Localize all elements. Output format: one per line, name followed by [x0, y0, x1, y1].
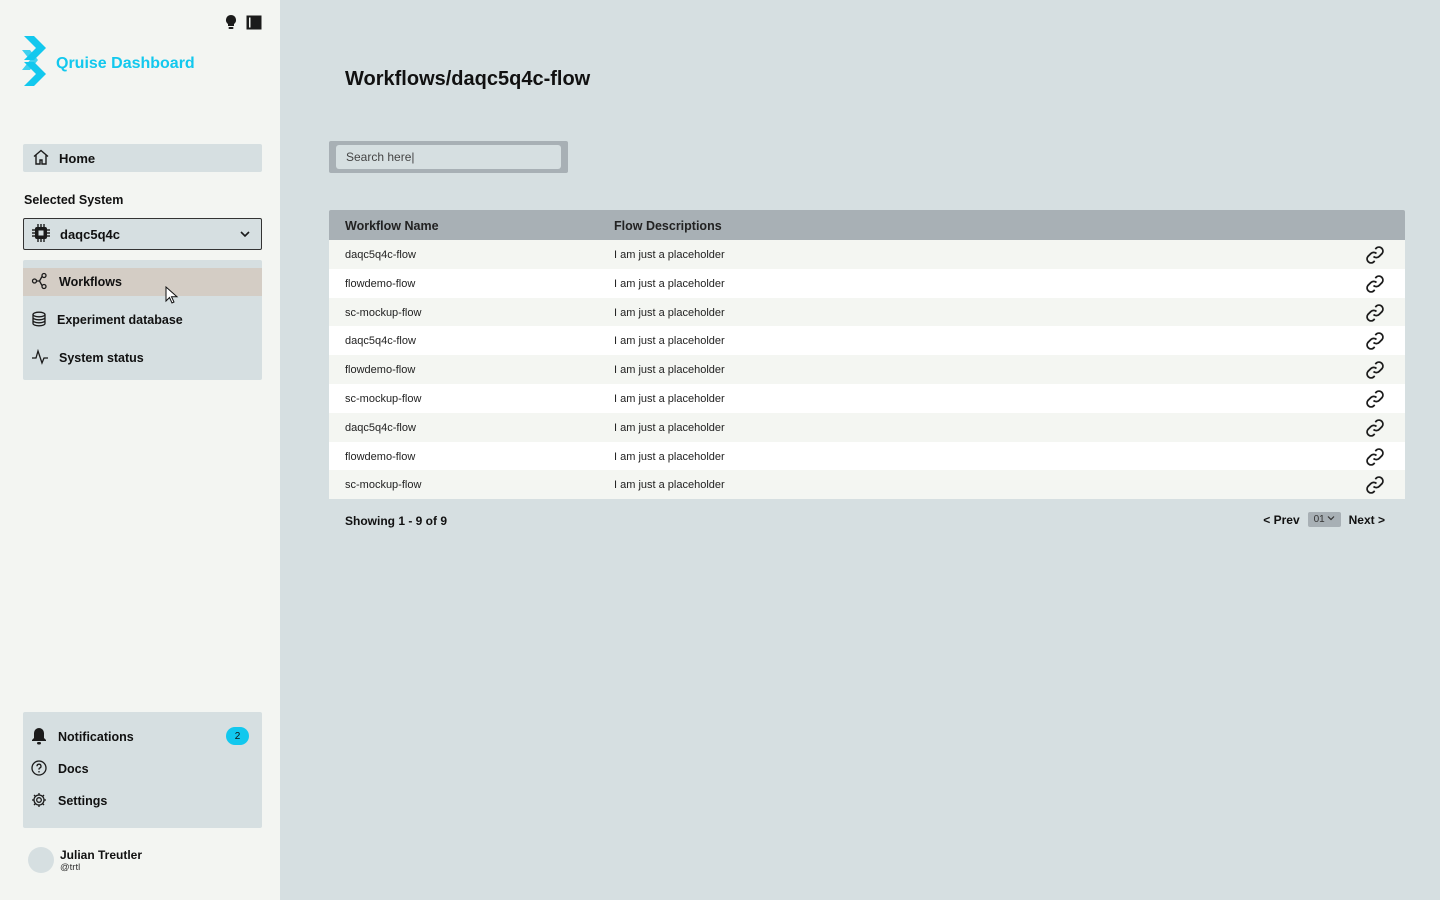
database-icon	[31, 311, 47, 330]
user-info: Julian Treutler @trtl	[60, 848, 142, 873]
workflow-name-cell: daqc5q4c-flow	[345, 421, 416, 434]
home-label: Home	[59, 150, 96, 166]
top-icons	[224, 14, 262, 30]
mouse-cursor-icon	[165, 285, 179, 309]
nav-item-system-status[interactable]: System status	[23, 344, 262, 372]
workflow-name-cell: flowdemo-flow	[345, 277, 416, 290]
gear-icon	[31, 792, 47, 811]
bell-icon	[31, 727, 47, 748]
table-row[interactable]: daqc5q4c-flow I am just a placeholder	[329, 326, 1405, 356]
brand[interactable]: Qruise Dashboard	[22, 36, 195, 91]
user-handle: @trtl	[60, 861, 81, 873]
system-select-value: daqc5q4c	[60, 226, 120, 242]
table-row[interactable]: daqc5q4c-flow I am just a placeholder	[329, 412, 1405, 442]
column-header-flow-descriptions[interactable]: Flow Descriptions	[614, 219, 722, 233]
qruise-logo-icon	[22, 36, 48, 91]
chip-icon	[32, 223, 50, 245]
prev-page-button[interactable]: < Prev	[1263, 513, 1299, 527]
notifications-item[interactable]: Notifications 2	[23, 726, 262, 748]
flow-description-cell: I am just a placeholder	[614, 479, 725, 492]
sidebar: Qruise Dashboard Home Selected System da…	[0, 0, 280, 900]
flow-description-cell: I am just a placeholder	[614, 277, 725, 290]
home-icon	[32, 149, 50, 168]
workflow-name-cell: daqc5q4c-flow	[345, 249, 416, 261]
nav-label-workflows: Workflows	[59, 275, 122, 289]
chevron-down-icon	[1327, 514, 1335, 525]
activity-icon	[31, 348, 49, 368]
flow-description-cell: I am just a placeholder	[614, 392, 725, 405]
workflow-name-cell: flowdemo-flow	[345, 450, 416, 463]
flow-description-cell: I am just a placeholder	[614, 306, 725, 319]
link-icon[interactable]	[1365, 332, 1385, 353]
table-header: Workflow Name Flow Descriptions	[329, 210, 1405, 240]
nav-label-system-status: System status	[59, 351, 144, 365]
link-icon[interactable]	[1365, 361, 1385, 382]
lightbulb-icon[interactable]	[224, 14, 238, 30]
table-row[interactable]: flowdemo-flow I am just a placeholder	[329, 441, 1405, 471]
search-input[interactable]	[336, 145, 561, 169]
link-icon[interactable]	[1365, 390, 1385, 411]
app-title: Qruise Dashboard	[56, 54, 195, 72]
flow-description-cell: I am just a placeholder	[614, 249, 725, 261]
link-icon[interactable]	[1365, 246, 1385, 267]
table-row[interactable]: flowdemo-flow I am just a placeholder	[329, 268, 1405, 298]
workflow-name-cell: daqc5q4c-flow	[345, 335, 416, 348]
flow-description-cell: I am just a placeholder	[614, 364, 725, 377]
selected-system-label: Selected System	[24, 193, 124, 207]
nav-group: Workflows Experiment database System sta…	[23, 260, 262, 380]
home-button[interactable]: Home	[23, 144, 262, 172]
nav-item-workflows[interactable]: Workflows	[23, 268, 262, 296]
nav-label-experiment-database: Experiment database	[57, 313, 183, 327]
page-title: Workflows/daqc5q4c-flow	[345, 68, 591, 90]
flow-description-cell: I am just a placeholder	[614, 450, 725, 463]
user-profile[interactable]: Julian Treutler @trtl	[28, 847, 142, 873]
workflow-name-cell: sc-mockup-flow	[345, 392, 422, 405]
avatar	[28, 847, 54, 873]
workflows-table: Workflow Name Flow Descriptions daqc5q4c…	[329, 210, 1405, 500]
notifications-badge: 2	[226, 727, 249, 745]
workflow-icon	[31, 272, 49, 293]
workflow-name-cell: sc-mockup-flow	[345, 479, 422, 492]
user-name: Julian Treutler	[60, 847, 143, 862]
search-container	[329, 141, 568, 173]
system-select[interactable]: daqc5q4c	[23, 218, 262, 250]
table-row[interactable]: daqc5q4c-flow I am just a placeholder	[329, 240, 1405, 269]
workflow-name-cell: flowdemo-flow	[345, 364, 416, 377]
link-icon[interactable]	[1365, 447, 1385, 469]
docs-item[interactable]: Docs	[23, 758, 262, 780]
flow-description-cell: I am just a placeholder	[614, 335, 725, 348]
page-select-value: 01	[1313, 514, 1325, 525]
link-icon[interactable]	[1365, 476, 1385, 497]
link-icon[interactable]	[1365, 419, 1385, 440]
nav-item-experiment-database[interactable]: Experiment database	[23, 306, 262, 334]
table-row[interactable]: flowdemo-flow I am just a placeholder	[329, 355, 1405, 384]
help-icon	[31, 759, 47, 779]
sidebar-toggle-icon[interactable]	[246, 15, 262, 30]
workflow-name-cell: sc-mockup-flow	[345, 306, 422, 319]
pagination: < Prev 01 Next >	[1263, 512, 1385, 527]
page-select[interactable]: 01	[1307, 512, 1341, 527]
flow-description-cell: I am just a placeholder	[614, 421, 725, 434]
settings-label: Settings	[58, 794, 108, 808]
docs-label: Docs	[58, 762, 89, 776]
settings-item[interactable]: Settings	[23, 790, 262, 812]
table-row[interactable]: sc-mockup-flow I am just a placeholder	[329, 470, 1405, 500]
table-body: daqc5q4c-flow I am just a placeholder fl…	[329, 240, 1405, 500]
notifications-label: Notifications	[58, 730, 134, 744]
pagination-summary: Showing 1 - 9 of 9	[345, 514, 448, 528]
link-icon[interactable]	[1365, 303, 1385, 325]
bottom-nav-group: Notifications 2 Docs Settings	[23, 712, 262, 828]
table-row[interactable]: sc-mockup-flow I am just a placeholder	[329, 297, 1405, 327]
chevron-down-icon	[239, 228, 251, 243]
table-row[interactable]: sc-mockup-flow I am just a placeholder	[329, 383, 1405, 413]
link-icon[interactable]	[1365, 275, 1385, 296]
column-header-workflow-name[interactable]: Workflow Name	[345, 219, 439, 233]
next-page-button[interactable]: Next >	[1349, 513, 1385, 527]
